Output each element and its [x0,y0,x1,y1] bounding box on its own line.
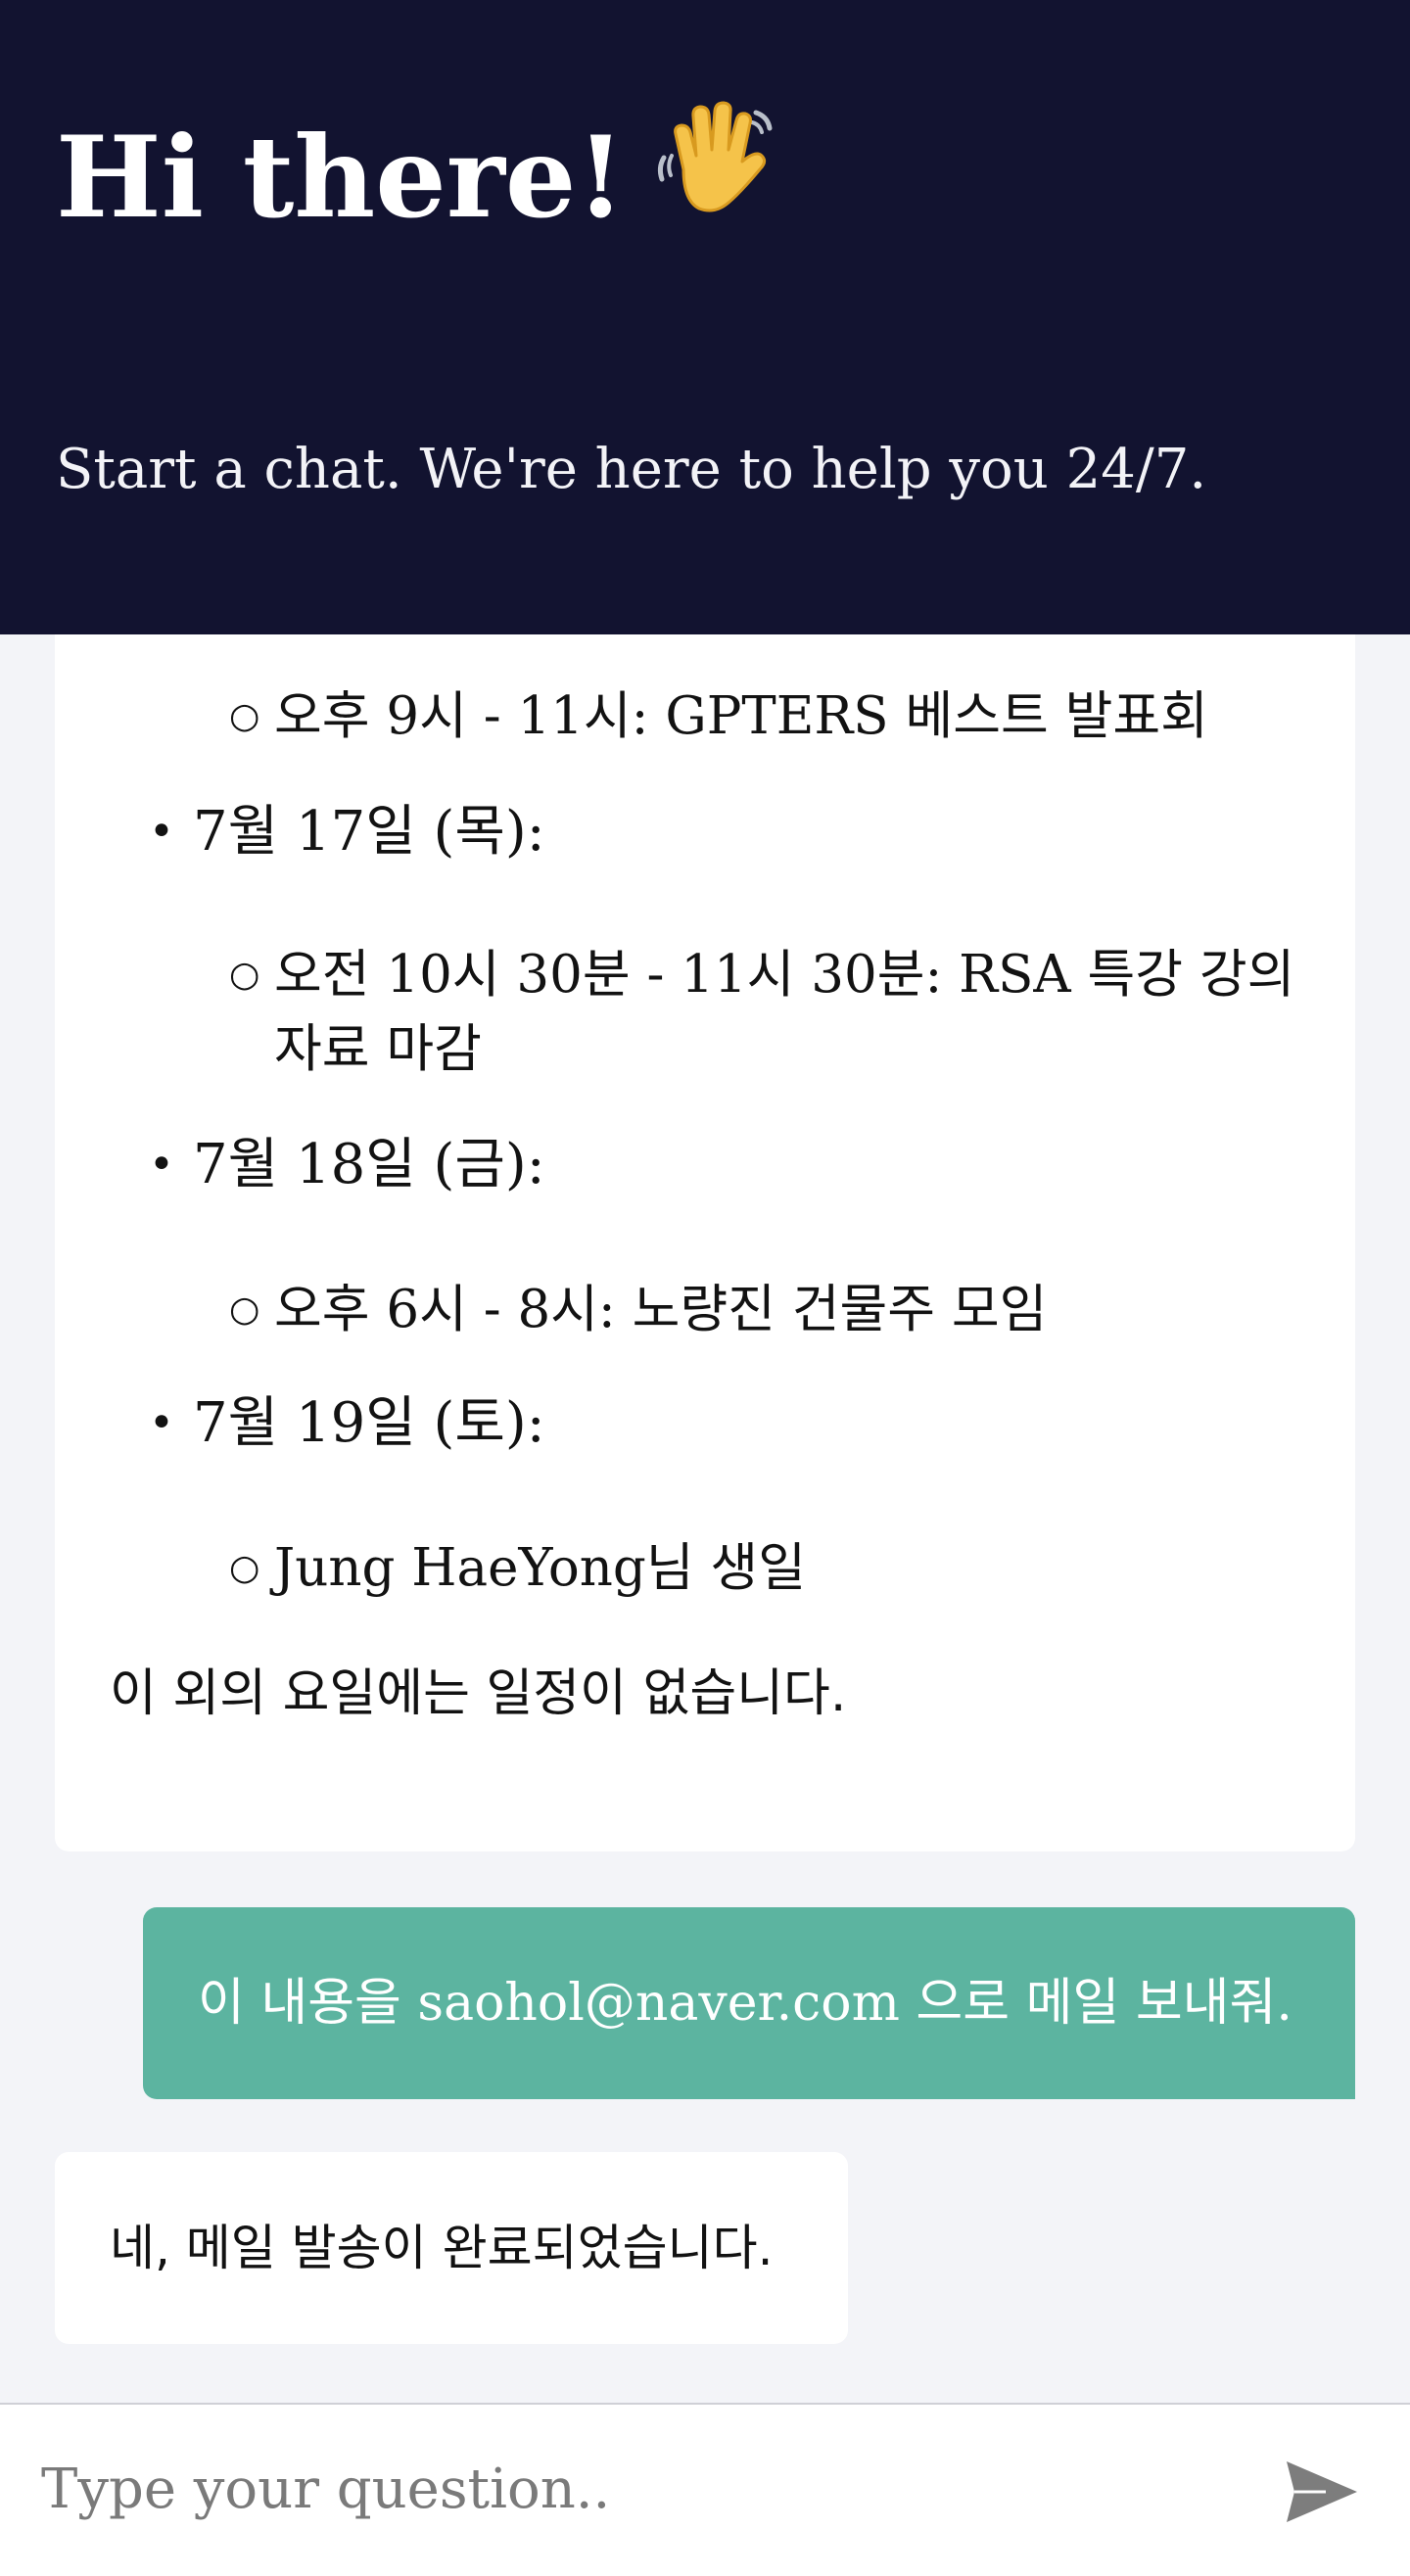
chat-header: Hi there! Start a chat. We're here to he… [0,0,1410,634]
day-label: 7월 18일 (금): [193,1133,545,1196]
message-composer [0,2403,1410,2576]
circle-bullet-icon: ○ [229,1289,260,1330]
send-button[interactable] [1273,2449,1371,2537]
waving-hand-icon [654,94,781,260]
event-text: Jung HaeYong님 생일 [274,1538,806,1598]
circle-bullet-icon: ○ [229,696,260,736]
circle-bullet-icon: ○ [229,1548,260,1588]
send-icon [1283,2460,1361,2529]
bullet-icon: • [149,1398,174,1448]
user-message: 이 내용을 saohol@naver.com 으로 메일 보내줘. [143,1907,1355,2099]
event-text: 오후 6시 - 8시: 노량진 건물주 모임 [274,1280,1048,1339]
circle-bullet-icon: ○ [229,634,259,650]
header-title-text: Hi there! [56,112,626,243]
event-text: 오후 9시 - 11시: 스터디 - 멍멍 [274,634,1312,650]
day-label: 7월 19일 (토): [193,1391,545,1455]
event-text: 오후 9시 - 11시: GPTERS 베스트 발표회 [274,686,1208,746]
chat-messages[interactable]: ○ 오후 9시 - 11시: 스터디 - 멍멍 ○ 오후 9시 - 11시: G… [0,634,1410,2403]
header-subtitle: Start a chat. We're here to help you 24/… [56,438,1207,501]
bot-message-schedule: ○ 오후 9시 - 11시: 스터디 - 멍멍 ○ 오후 9시 - 11시: G… [55,634,1355,1851]
bullet-icon: • [149,1140,174,1190]
circle-bullet-icon: ○ [229,955,260,995]
bot-message-reply: 네, 메일 발송이 완료되었습니다. [55,2152,848,2344]
header-title: Hi there! [56,94,781,270]
closing-text: 이 외의 요일에는 일정이 없습니다. [110,1664,847,1723]
bullet-icon: • [149,807,174,857]
day-label: 7월 17일 (목): [193,800,545,864]
question-input[interactable] [39,2434,1238,2544]
event-text: 오전 10시 30분 - 11시 30분: RSA 특강 강의자료 마감 [274,945,1295,1079]
